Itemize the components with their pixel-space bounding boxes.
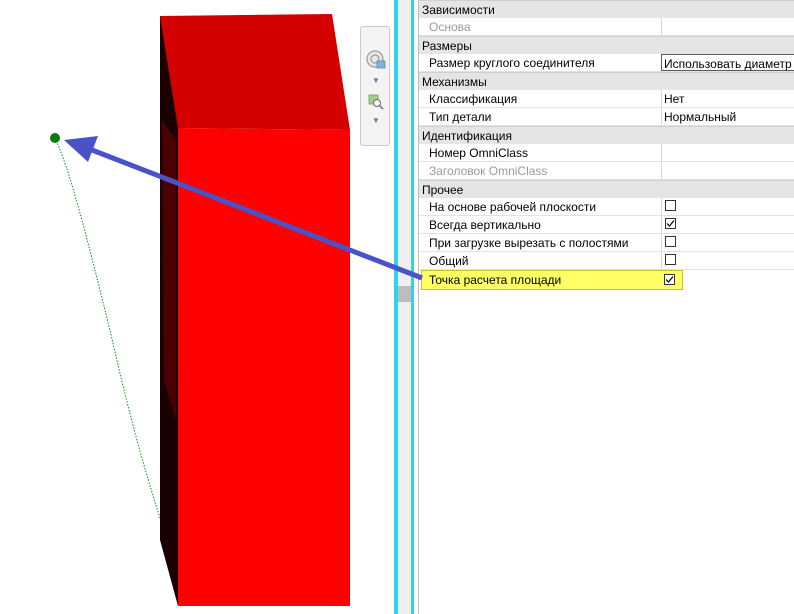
3d-viewport[interactable]: ▼ ▼ <box>0 0 394 614</box>
group-title: Механизмы <box>422 75 487 89</box>
group-header[interactable]: Размеры <box>419 36 794 54</box>
property-name: Размер круглого соединителя <box>429 56 595 70</box>
property-row: Общий <box>419 252 794 270</box>
property-row: Тип детали Нормальный <box>419 108 794 126</box>
scrollbar-track[interactable] <box>398 0 411 614</box>
cut-with-voids-checkbox[interactable] <box>665 236 676 247</box>
property-row: На основе рабочей плоскости <box>419 198 794 216</box>
group-header[interactable]: Зависимости <box>419 0 794 18</box>
group-header[interactable]: Прочее <box>419 180 794 198</box>
group-title: Зависимости <box>422 3 495 17</box>
highlighted-property-row: Точка расчета площади <box>421 270 683 290</box>
group-header[interactable]: Механизмы <box>419 72 794 90</box>
property-name: Заголовок OmniClass <box>429 164 548 178</box>
area-point-path <box>54 137 171 549</box>
classification-value[interactable]: Нет <box>661 90 794 107</box>
property-name: Номер OmniClass <box>429 146 528 160</box>
navigation-bar[interactable]: ▼ ▼ <box>360 26 390 146</box>
property-name: На основе рабочей плоскости <box>429 200 597 214</box>
area-calculation-point-checkbox[interactable] <box>664 274 675 285</box>
steering-wheel-icon[interactable] <box>365 45 387 75</box>
property-row: При загрузке вырезать с полостями <box>419 234 794 252</box>
splitter-edge <box>411 0 414 614</box>
group-header[interactable]: Идентификация <box>419 126 794 144</box>
group-title: Идентификация <box>422 129 512 143</box>
zoom-icon[interactable] <box>365 91 387 113</box>
property-name: Всегда вертикально <box>429 218 541 232</box>
property-row: Классификация Нет <box>419 90 794 108</box>
omniclass-title-value <box>661 162 794 179</box>
chevron-down-icon[interactable]: ▼ <box>365 75 387 85</box>
connector-size-dropdown[interactable]: Использовать диаметр <box>661 54 794 71</box>
block-front <box>178 128 350 606</box>
group-title: Прочее <box>422 183 464 197</box>
area-point-marker <box>50 133 60 143</box>
property-name: При загрузке вырезать с полостями <box>429 236 629 250</box>
property-name: Тип детали <box>429 110 492 124</box>
property-value <box>661 18 794 35</box>
group-title: Размеры <box>422 39 472 53</box>
property-name: Точка расчета площади <box>429 273 562 287</box>
checkmark-icon <box>665 276 674 283</box>
property-name: Основа <box>429 20 471 34</box>
checkmark-icon <box>666 220 675 227</box>
shared-checkbox[interactable] <box>665 254 676 265</box>
property-row: Размер круглого соединителя Использовать… <box>419 54 794 72</box>
property-name: Общий <box>429 254 469 268</box>
chevron-down-icon[interactable]: ▼ <box>365 115 387 125</box>
properties-panel: Зависимости Основа Размеры Размер кругло… <box>418 0 794 614</box>
part-type-value[interactable]: Нормальный <box>661 108 794 125</box>
scrollbar-thumb[interactable] <box>398 286 411 302</box>
property-name: Классификация <box>429 92 518 106</box>
block-top <box>160 14 350 130</box>
scene-drawing <box>50 14 350 606</box>
always-vertical-checkbox[interactable] <box>665 218 676 229</box>
omniclass-number-value[interactable] <box>661 144 794 161</box>
property-row: Всегда вертикально <box>419 216 794 234</box>
property-row: Номер OmniClass <box>419 144 794 162</box>
property-row: Основа <box>419 18 794 36</box>
workplane-based-checkbox[interactable] <box>665 200 676 211</box>
property-row: Заголовок OmniClass <box>419 162 794 180</box>
